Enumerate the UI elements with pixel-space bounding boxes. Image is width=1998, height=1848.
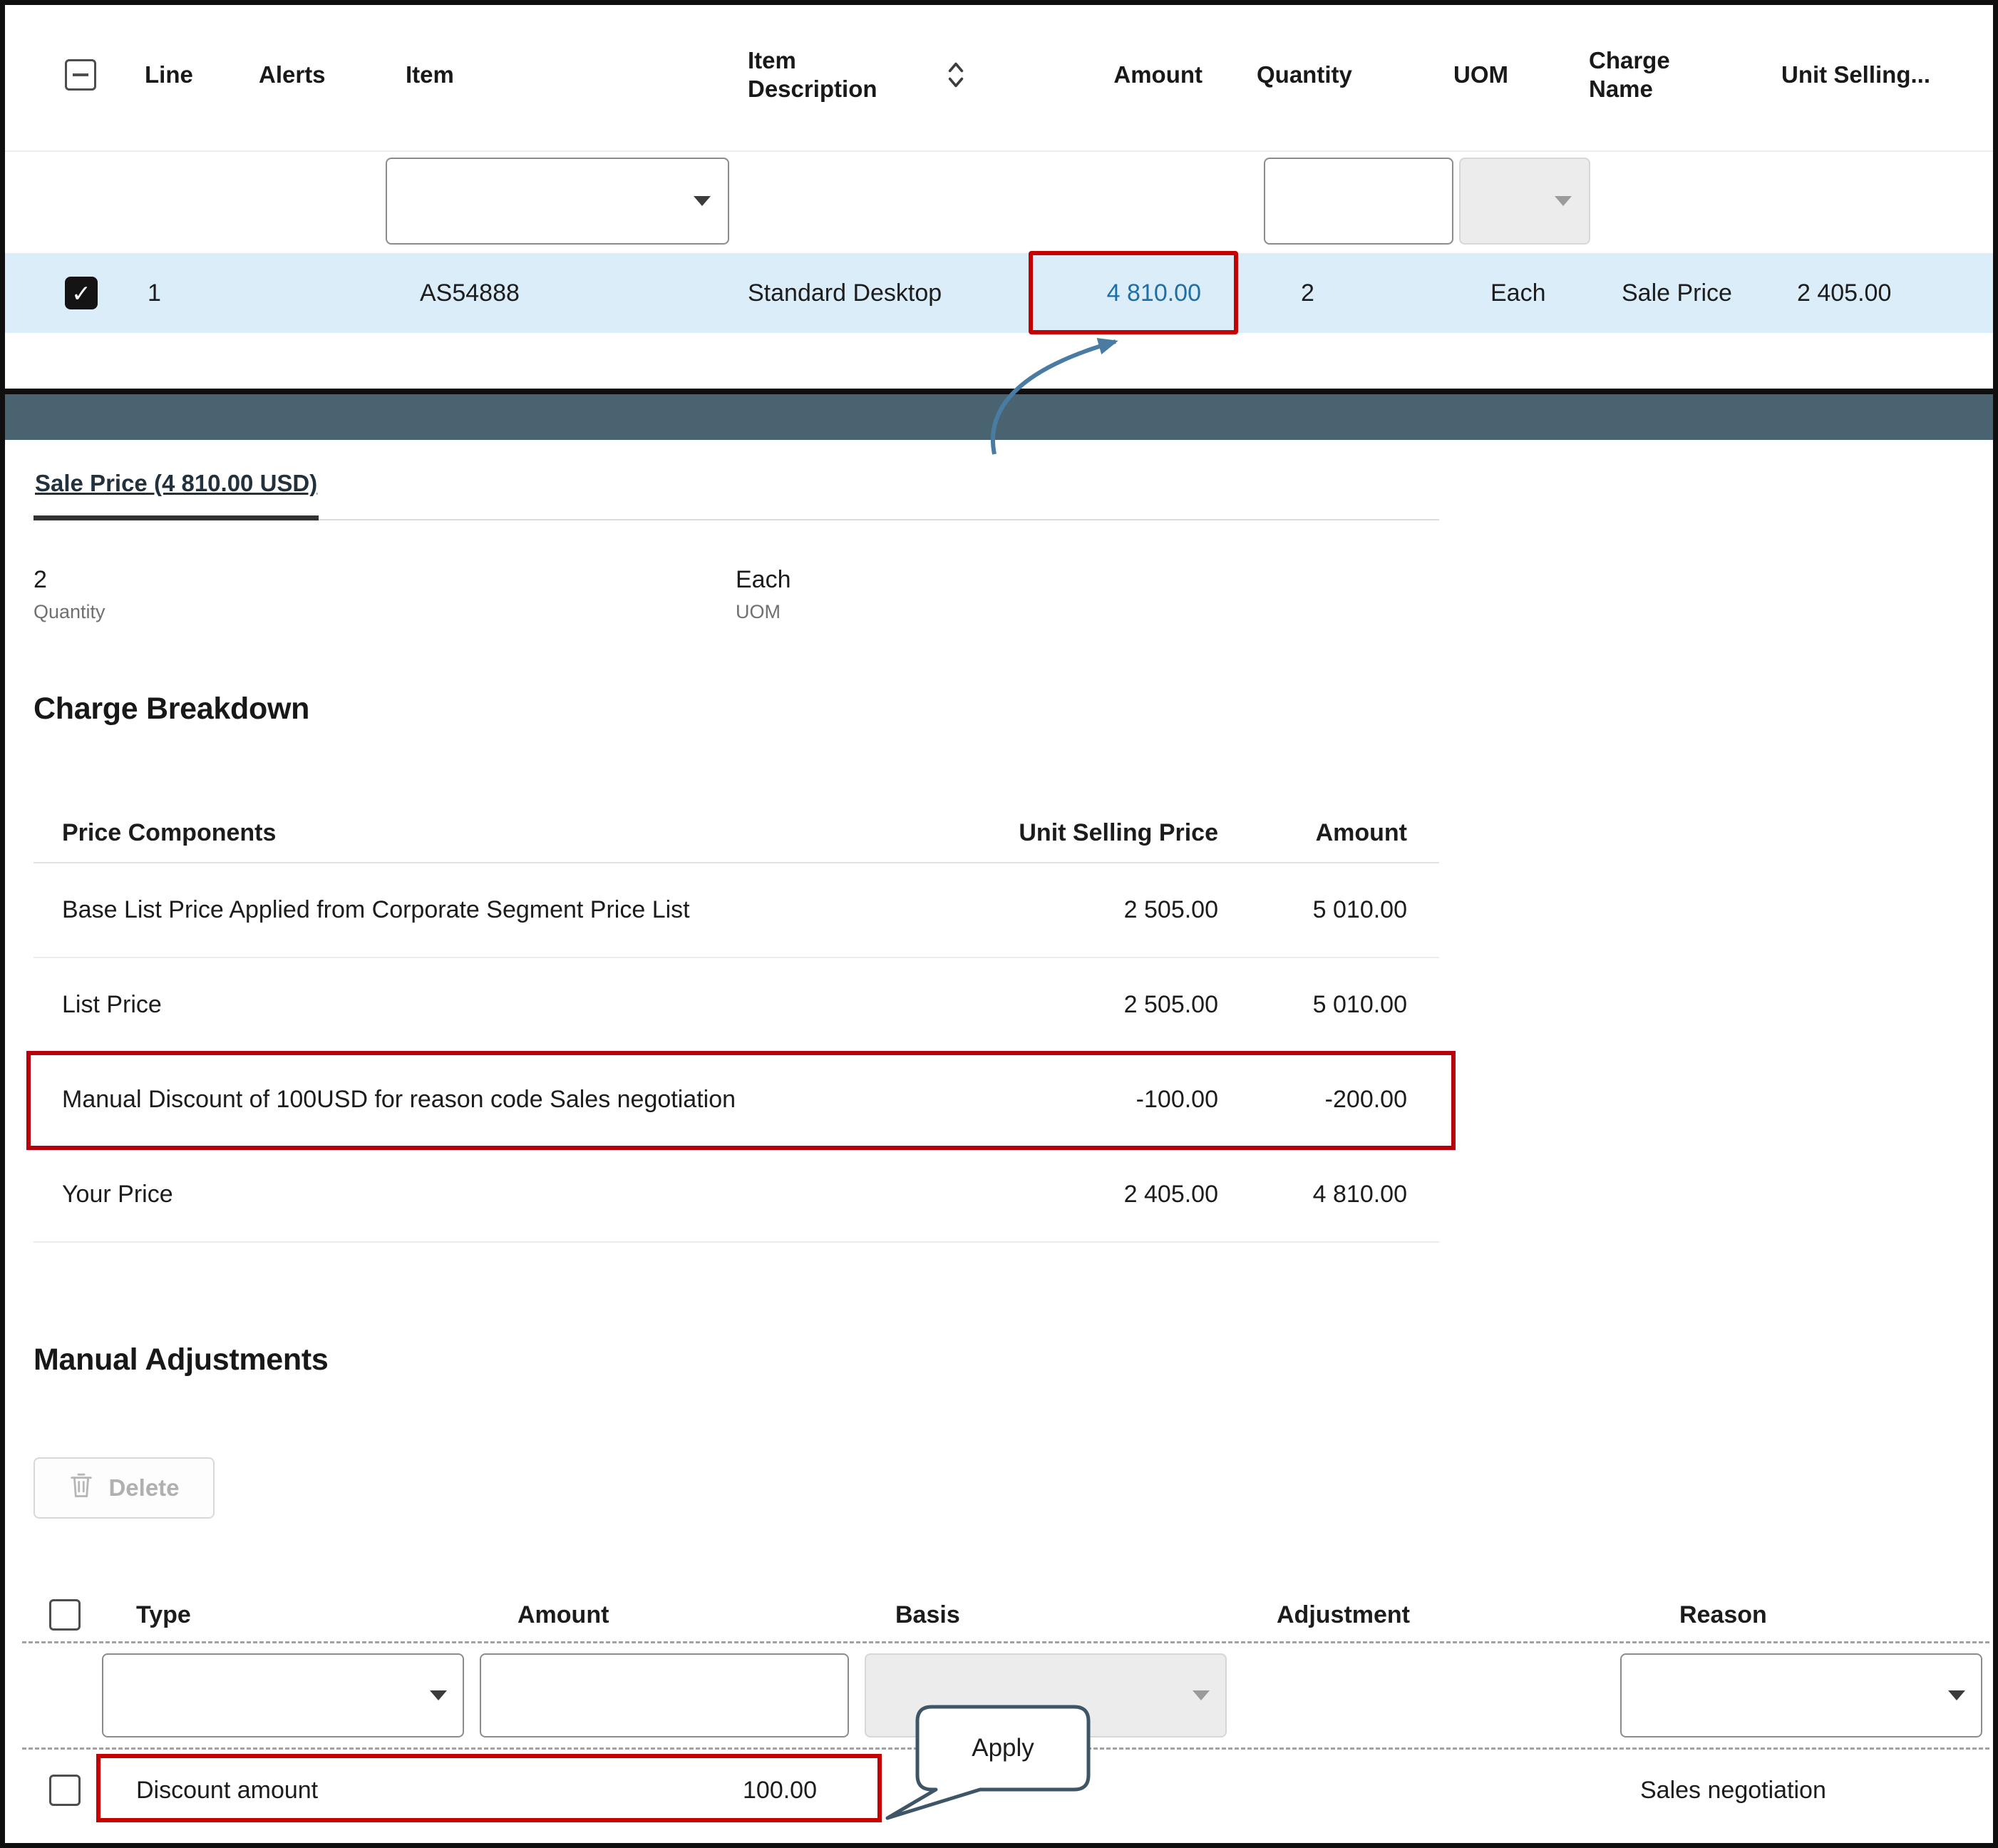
- header-price-components: Price Components: [34, 819, 983, 847]
- row-checkbox-checked[interactable]: ✓: [65, 277, 98, 309]
- price-component: Manual Discount of 100USD for reason cod…: [34, 1086, 983, 1114]
- reason-select[interactable]: [1620, 1653, 1982, 1737]
- charge-breakdown-table: Price Components Unit Selling Price Amou…: [34, 804, 1439, 1243]
- amount: 5 010.00: [1218, 896, 1439, 924]
- header-amount: Amount: [471, 1601, 856, 1629]
- price-component: Your Price: [34, 1181, 983, 1208]
- column-header-uom[interactable]: UOM: [1445, 61, 1580, 89]
- table-row-manual-discount: Manual Discount of 100USD for reason cod…: [34, 1053, 1439, 1148]
- charge-breakdown-title: Charge Breakdown: [34, 692, 1993, 727]
- chevron-down-icon: [430, 1690, 447, 1700]
- column-header-item-description[interactable]: Item Description: [739, 46, 1039, 104]
- cell-line: 1: [119, 279, 247, 307]
- amount-input[interactable]: [480, 1653, 849, 1737]
- column-header-charge-name[interactable]: Charge Name: [1580, 46, 1773, 104]
- column-header-charge-name-label: Charge Name: [1589, 46, 1724, 104]
- column-header-line[interactable]: Line: [119, 61, 247, 89]
- select-all-checkbox[interactable]: [49, 1599, 81, 1631]
- quantity-label: Quantity: [34, 601, 736, 623]
- cell-item: AS54888: [397, 279, 739, 307]
- uom-field: Each UOM: [736, 566, 791, 623]
- column-header-unit-selling-label: Unit Selling...: [1781, 61, 1930, 89]
- unit-selling-price: 2 405.00: [983, 1181, 1218, 1208]
- cell-amount: 100.00: [471, 1777, 856, 1805]
- uom-filter-select[interactable]: [1459, 158, 1590, 245]
- header-unit-selling-price: Unit Selling Price: [983, 819, 1218, 847]
- cell-quantity: 2: [1245, 279, 1445, 307]
- column-header-amount[interactable]: Amount: [1039, 61, 1245, 89]
- unit-selling-price: 2 505.00: [983, 896, 1218, 924]
- header-basis: Basis: [856, 1601, 1234, 1629]
- cell-item-description: Standard Desktop: [739, 279, 1039, 307]
- order-lines-header-row: Line Alerts Item Item Description Amount…: [5, 16, 1993, 133]
- header-adjustment: Adjustment: [1234, 1601, 1612, 1629]
- apply-callout-label: Apply: [917, 1707, 1088, 1790]
- cell-reason: Sales negotiation: [1612, 1777, 1989, 1805]
- app-window: Line Alerts Item Item Description Amount…: [0, 0, 1998, 1848]
- chevron-down-icon: [1948, 1690, 1965, 1700]
- table-row: Your Price 2 405.00 4 810.00: [34, 1148, 1439, 1243]
- annotation-arrow-icon: [910, 312, 1210, 465]
- sort-icon[interactable]: [946, 58, 966, 91]
- detail-tabbar: Sale Price (4 810.00 USD): [34, 466, 1439, 520]
- column-header-item[interactable]: Item: [397, 61, 739, 89]
- amount: 5 010.00: [1218, 991, 1439, 1019]
- row-select-cell: ✓: [5, 277, 119, 309]
- cell-uom: Each: [1445, 279, 1580, 307]
- header-type: Type: [93, 1601, 471, 1629]
- uom-value: Each: [736, 566, 791, 594]
- collapse-all-icon[interactable]: [65, 59, 96, 91]
- summary-fields: 2 Quantity Each UOM: [34, 566, 1993, 623]
- charge-detail-panel: Sale Price (4 810.00 USD) 2 Quantity Eac…: [5, 440, 1993, 1843]
- price-component: Base List Price Applied from Corporate S…: [34, 896, 983, 924]
- item-filter-select[interactable]: [386, 158, 729, 245]
- cell-charge-name: Sale Price: [1580, 279, 1773, 307]
- header-reason: Reason: [1612, 1601, 1989, 1629]
- quantity-filter-input[interactable]: [1264, 158, 1453, 245]
- cell-type: Discount amount: [93, 1777, 471, 1805]
- type-select[interactable]: [102, 1653, 464, 1737]
- table-row: Base List Price Applied from Corporate S…: [34, 863, 1439, 958]
- delete-button-label: Delete: [108, 1474, 179, 1502]
- table-row: List Price 2 505.00 5 010.00: [34, 958, 1439, 1053]
- row-checkbox[interactable]: [49, 1775, 81, 1806]
- uom-label: UOM: [736, 601, 791, 623]
- chevron-down-icon: [1555, 196, 1572, 206]
- unit-selling-price: -100.00: [983, 1086, 1218, 1114]
- column-header-item-description-label: Item Description: [748, 46, 926, 104]
- chevron-down-icon: [694, 196, 711, 206]
- trash-icon: [68, 1471, 94, 1505]
- unit-selling-price: 2 505.00: [983, 991, 1218, 1019]
- chevron-down-icon: [1193, 1690, 1210, 1700]
- delete-button[interactable]: Delete: [34, 1457, 215, 1519]
- quantity-field: 2 Quantity: [34, 566, 736, 623]
- quantity-value: 2: [34, 566, 736, 594]
- column-header-unit-selling[interactable]: Unit Selling...: [1773, 61, 1993, 89]
- charge-breakdown-header-row: Price Components Unit Selling Price Amou…: [34, 804, 1439, 863]
- amount: -200.00: [1218, 1086, 1439, 1114]
- amount: 4 810.00: [1218, 1181, 1439, 1208]
- tab-sale-price[interactable]: Sale Price (4 810.00 USD): [34, 466, 319, 520]
- price-component: List Price: [34, 991, 983, 1019]
- column-header-alerts[interactable]: Alerts: [247, 61, 397, 89]
- header-amount: Amount: [1218, 819, 1439, 847]
- cell-unit-selling-price: 2 405.00: [1773, 279, 1993, 307]
- manual-adjustments-title: Manual Adjustments: [34, 1343, 1993, 1377]
- collapse-all-cell: [5, 59, 119, 91]
- column-header-quantity[interactable]: Quantity: [1245, 61, 1445, 89]
- header-divider: [5, 150, 1993, 152]
- manual-adjustments-header-row: Type Amount Basis Adjustment Reason: [22, 1588, 1989, 1641]
